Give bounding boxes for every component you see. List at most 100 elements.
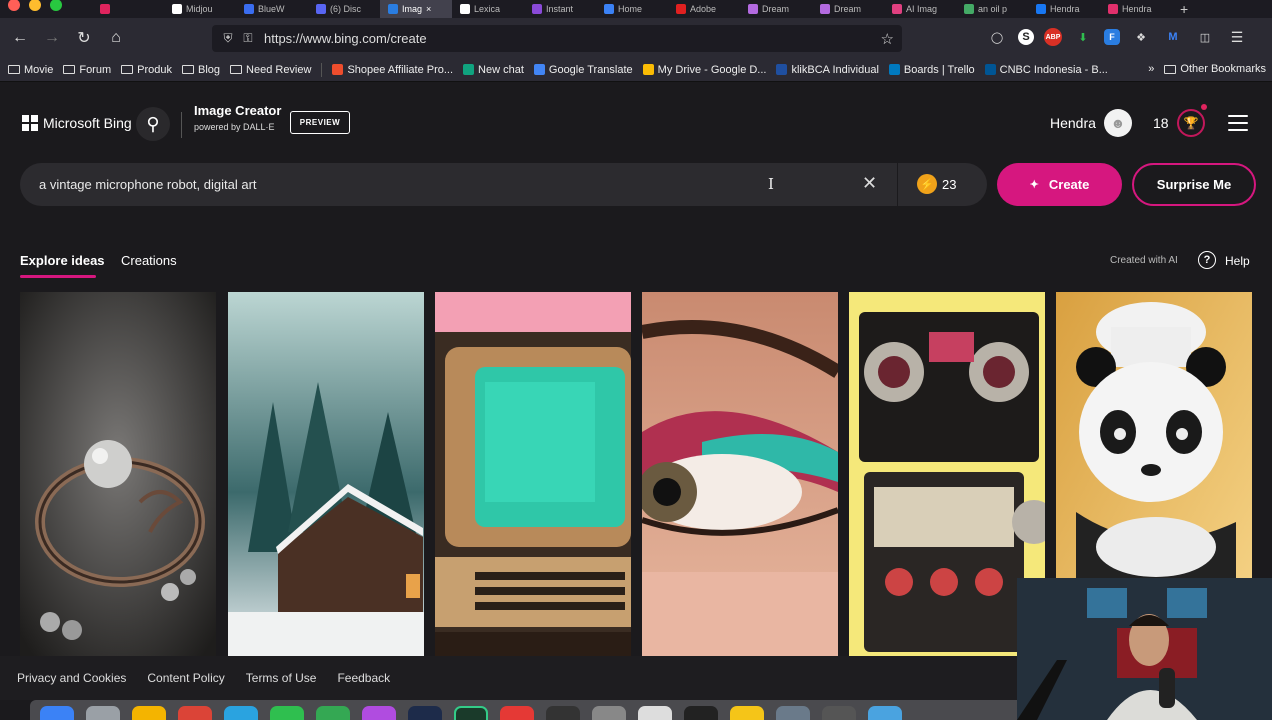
- bookmark-link[interactable]: Boards | Trello: [888, 63, 975, 76]
- browser-menu-icon[interactable]: ☰: [1226, 26, 1248, 48]
- prompt-input[interactable]: a vintage microphone robot, digital art …: [20, 163, 987, 206]
- safari-icon[interactable]: [224, 706, 258, 720]
- obs-icon[interactable]: [822, 706, 856, 720]
- calendar-icon[interactable]: [500, 706, 534, 720]
- create-button[interactable]: ✦ Create: [997, 163, 1122, 206]
- pocket-icon[interactable]: ◯: [986, 26, 1008, 48]
- bookmark-folder[interactable]: Blog: [181, 64, 220, 76]
- finder-icon[interactable]: [40, 706, 74, 720]
- trophy-icon[interactable]: 🏆: [1177, 109, 1205, 137]
- utility-app-icon[interactable]: [592, 706, 626, 720]
- other-bookmarks-folder[interactable]: Other Bookmarks: [1164, 63, 1266, 75]
- rewards-count[interactable]: 18: [1153, 115, 1169, 131]
- back-arrow-icon[interactable]: ←: [4, 29, 36, 47]
- browser-tab[interactable]: Adobe: [668, 0, 740, 18]
- browser-tab[interactable]: Dream: [812, 0, 884, 18]
- browser-tab[interactable]: Instant: [524, 0, 596, 18]
- brand-name[interactable]: Microsoft Bing: [43, 115, 132, 131]
- browser-tab[interactable]: AI Imag: [884, 0, 956, 18]
- tab-explore-ideas[interactable]: Explore ideas: [20, 253, 105, 268]
- system-app-icon[interactable]: [776, 706, 810, 720]
- footer-link-content-policy[interactable]: Content Policy: [147, 671, 224, 685]
- home-icon[interactable]: ⌂: [100, 29, 132, 47]
- terminal-icon[interactable]: [684, 706, 718, 720]
- download-extension-icon[interactable]: ⬇: [1072, 26, 1094, 48]
- gallery-image-eye-makeup[interactable]: [642, 292, 838, 656]
- bookmark-star-icon[interactable]: ☆: [881, 30, 894, 48]
- messages-icon[interactable]: [270, 706, 304, 720]
- gallery-image-pearl-ring[interactable]: [20, 292, 216, 656]
- footer-link-terms[interactable]: Terms of Use: [246, 671, 317, 685]
- preview-app-icon[interactable]: [638, 706, 672, 720]
- chevron-right-icon[interactable]: »: [1148, 63, 1154, 75]
- gallery-image-retro-computer[interactable]: [435, 292, 631, 656]
- browser-tab[interactable]: Dream: [740, 0, 812, 18]
- browser-tab[interactable]: an oil p: [956, 0, 1028, 18]
- browser-tab[interactable]: (6) Disc: [308, 0, 380, 18]
- extension-puzzle-icon[interactable]: ❖: [1130, 26, 1152, 48]
- clear-icon[interactable]: ✕: [862, 173, 877, 194]
- bookmark-link[interactable]: CNBC Indonesia - B...: [984, 64, 1108, 76]
- bookmark-link[interactable]: My Drive - Google D...: [642, 64, 766, 76]
- extension-f-icon[interactable]: F: [1104, 29, 1120, 45]
- surprise-me-button[interactable]: Surprise Me: [1132, 163, 1256, 206]
- extension-s-icon[interactable]: S: [1018, 29, 1034, 45]
- forward-arrow-icon[interactable]: →: [36, 29, 68, 47]
- browser-tab[interactable]: Imag ×: [380, 0, 452, 18]
- chrome-icon[interactable]: [178, 706, 212, 720]
- sheets-icon[interactable]: [316, 706, 350, 720]
- prompt-text[interactable]: a vintage microphone robot, digital art: [39, 177, 257, 192]
- bookmark-folder[interactable]: Forum: [63, 64, 111, 76]
- browser-tab[interactable]: Home: [596, 0, 668, 18]
- gallery-image-snowy-cabin[interactable]: [228, 292, 424, 656]
- tab-creations[interactable]: Creations: [121, 253, 177, 268]
- footer-link-feedback[interactable]: Feedback: [337, 671, 390, 685]
- minimize-window-button[interactable]: [29, 0, 41, 11]
- flower-app-icon[interactable]: [362, 706, 396, 720]
- boost-coin-icon[interactable]: ⚡: [917, 174, 937, 194]
- browser-tab[interactable]: [92, 0, 164, 18]
- bookmark-link[interactable]: Google Translate: [533, 64, 633, 76]
- new-tab-button[interactable]: +: [1180, 1, 1188, 17]
- browser-tab[interactable]: Lexica: [452, 0, 524, 18]
- bookmark-folder[interactable]: Produk: [121, 64, 172, 76]
- notes-icon[interactable]: [730, 706, 764, 720]
- help-icon[interactable]: ?: [1198, 251, 1216, 269]
- bookmark-link[interactable]: New chat: [463, 64, 524, 76]
- final-cut-icon[interactable]: [546, 706, 580, 720]
- photoshop-icon[interactable]: [408, 706, 442, 720]
- close-tab-icon[interactable]: ×: [426, 4, 431, 14]
- footer-link-privacy[interactable]: Privacy and Cookies: [17, 671, 126, 685]
- notes-app-icon[interactable]: [132, 706, 166, 720]
- cloud-app-icon[interactable]: [868, 706, 902, 720]
- zoom-window-button[interactable]: [50, 0, 62, 11]
- microsoft-logo-icon[interactable]: [22, 115, 38, 131]
- launchpad-icon[interactable]: [86, 706, 120, 720]
- username[interactable]: Hendra: [1050, 115, 1096, 131]
- help-link[interactable]: Help: [1225, 254, 1250, 268]
- bookmark-link[interactable]: klikBCA Individual: [776, 64, 879, 76]
- gallery-image-boombox-robot[interactable]: [849, 292, 1045, 656]
- browser-tab[interactable]: Midjou: [164, 0, 236, 18]
- close-window-button[interactable]: [8, 0, 20, 11]
- browser-tab[interactable]: Hendra: [1100, 0, 1172, 18]
- reload-icon[interactable]: ↻: [68, 28, 100, 48]
- bookmark-label: Boards | Trello: [903, 63, 975, 76]
- extensions-icon[interactable]: ◫: [1194, 26, 1216, 48]
- extension-m-icon[interactable]: M: [1162, 26, 1184, 48]
- browser-tab[interactable]: BlueW: [236, 0, 308, 18]
- url-text[interactable]: https://www.bing.com/create: [264, 31, 427, 46]
- bookmark-folder[interactable]: Movie: [8, 64, 53, 76]
- audition-icon[interactable]: [454, 706, 488, 720]
- avatar[interactable]: ☻: [1104, 109, 1132, 137]
- adblock-icon[interactable]: ABP: [1044, 28, 1062, 46]
- browser-tab[interactable]: Hendra: [1028, 0, 1100, 18]
- search-icon[interactable]: ⚲: [136, 107, 170, 141]
- shield-icon[interactable]: ⛨: [218, 31, 238, 46]
- bookmark-folder[interactable]: Need Review: [230, 64, 311, 76]
- bookmark-label: Movie: [24, 63, 54, 76]
- lock-icon[interactable]: ⚿: [238, 31, 258, 46]
- menu-icon[interactable]: [1228, 115, 1248, 131]
- address-bar[interactable]: ⛨ ⚿ https://www.bing.com/create ☆: [212, 25, 902, 52]
- bookmark-link[interactable]: Shopee Affiliate Pro...: [332, 64, 453, 76]
